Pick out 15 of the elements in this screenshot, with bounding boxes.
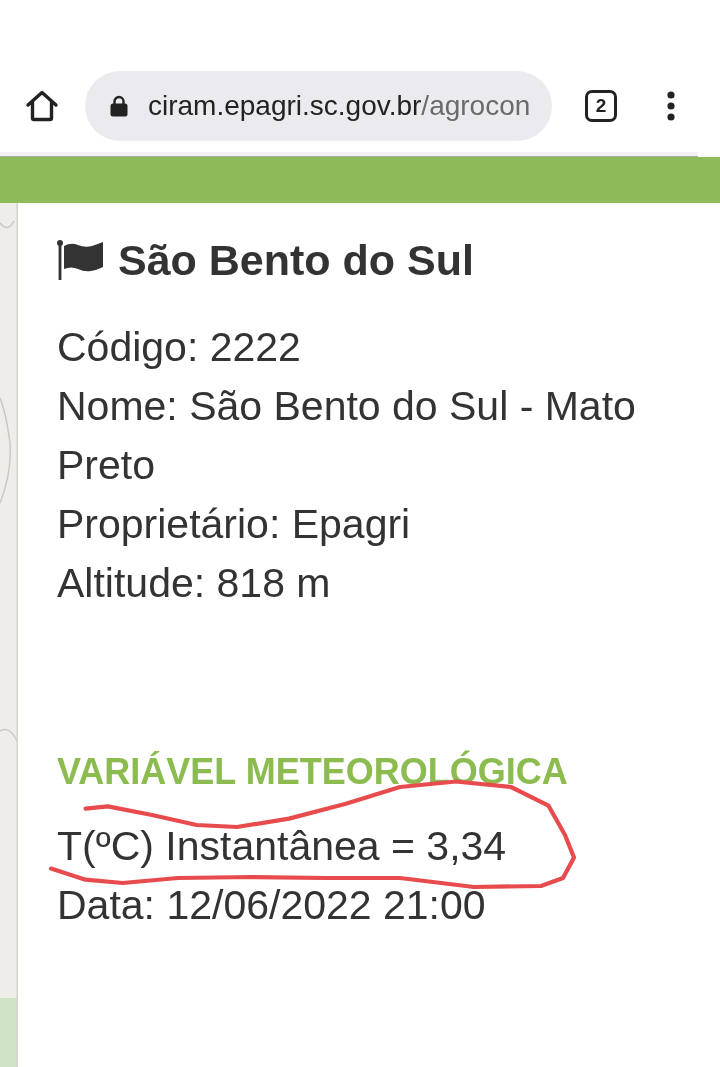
home-icon[interactable] (25, 89, 59, 123)
detail-text: Altitude: 818 m (57, 559, 332, 608)
reading-text: Data: 12/06/2022 21:00 (57, 881, 487, 930)
reading-text: T(ºC) Instantânea = 3,34 (57, 822, 508, 871)
flag-icon (57, 240, 103, 280)
detail-text: Proprietário: Epagri (57, 500, 412, 549)
url-text: ciram.epagri.sc.gov.br/agrocon (148, 90, 531, 122)
detail-text: Nome: São Bento do Sul - Mato Preto (57, 382, 637, 490)
detail-text: Código: 2222 (57, 323, 302, 372)
menu-icon[interactable] (667, 91, 675, 121)
station-title: São Bento do Sul (118, 235, 474, 285)
lock-icon (110, 95, 128, 117)
section-heading: VARIÁVEL METEOROLÓGICA (57, 749, 569, 794)
address-bar[interactable]: ciram.epagri.sc.gov.br/agrocon (85, 71, 552, 141)
tab-count-button[interactable]: 2 (585, 90, 617, 122)
